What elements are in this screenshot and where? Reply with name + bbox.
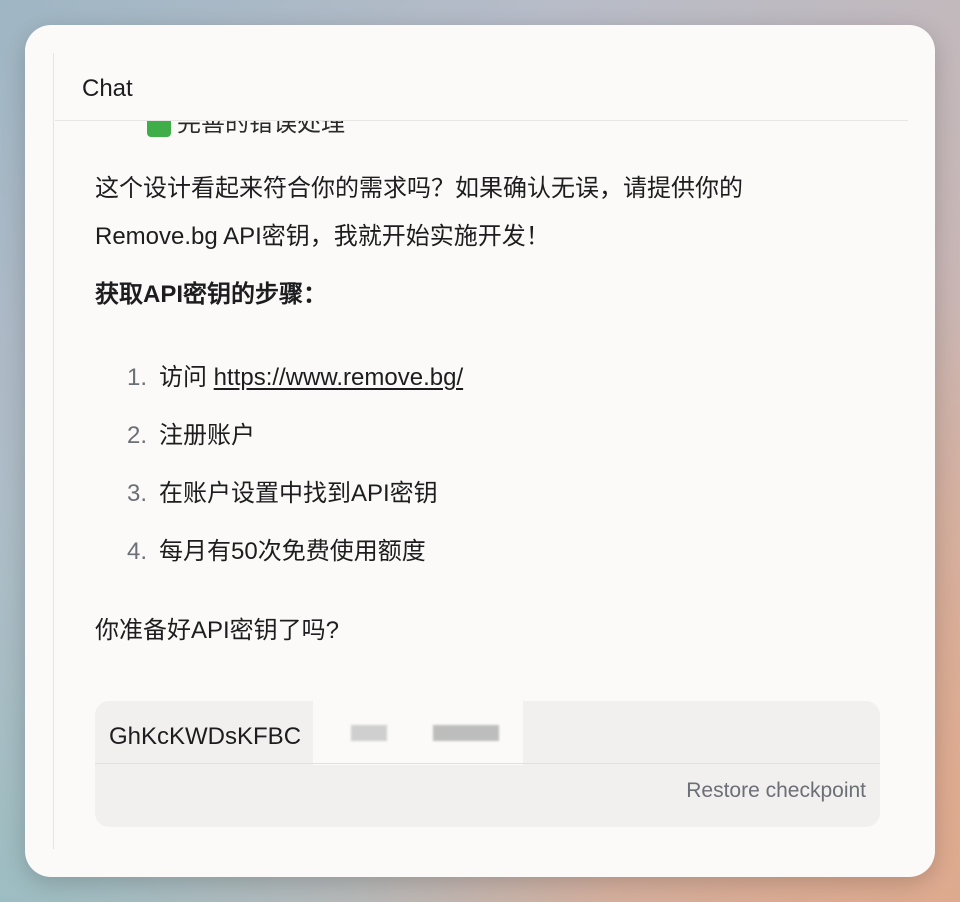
redaction-blur	[351, 725, 387, 741]
step-text: 在账户设置中找到API密钥	[159, 480, 438, 507]
step-number: 4.	[126, 538, 147, 565]
remove-bg-link[interactable]: https://www.remove.bg/	[214, 364, 463, 391]
list-item: 2. 注册账户	[95, 407, 875, 465]
assistant-message: 这个设计看起来符合你的需求吗？如果确认无误，请提供你的 Remove.bg AP…	[95, 165, 875, 655]
panel-title: Chat	[82, 75, 133, 102]
user-message-text: GhKcKWDsKFBC	[109, 723, 302, 750]
redaction-blur	[433, 725, 499, 741]
list-item: 3. 在账户设置中找到API密钥	[95, 465, 875, 523]
paragraph-line-2: Remove.bg API密钥，我就开始实施开发！	[95, 223, 550, 250]
step-number: 1.	[126, 364, 147, 391]
step-number: 3.	[126, 480, 147, 507]
user-message-card[interactable]: GhKcKWDsKFBC Restore checkpoint	[95, 701, 880, 827]
chat-panel: 完善的错误处理 Chat 这个设计看起来符合你的需求吗？如果确认无误，请提供你的…	[25, 25, 935, 877]
redacted-region	[313, 701, 523, 765]
chat-header: Chat	[55, 25, 908, 121]
step-text: 注册账户	[159, 422, 255, 449]
steps-heading: 获取API密钥的步骤：	[95, 281, 328, 308]
list-item: 1. 访问 https://www.remove.bg/	[95, 349, 875, 407]
steps-list: 1. 访问 https://www.remove.bg/ 2. 注册账户 3. …	[95, 349, 875, 581]
card-divider	[95, 763, 880, 764]
restore-checkpoint-button[interactable]: Restore checkpoint	[686, 779, 866, 803]
step-number: 2.	[126, 422, 147, 449]
step-text: 每月有50次免费使用额度	[159, 538, 426, 565]
step-text: 访问 https://www.remove.bg/	[159, 349, 463, 407]
step-prefix: 访问	[159, 364, 214, 391]
list-item: 4. 每月有50次免费使用额度	[95, 523, 875, 581]
message-paragraph: 这个设计看起来符合你的需求吗？如果确认无误，请提供你的 Remove.bg AP…	[95, 165, 875, 261]
closing-question: 你准备好API密钥了吗?	[95, 617, 340, 644]
paragraph-line-1: 这个设计看起来符合你的需求吗？如果确认无误，请提供你的	[95, 175, 743, 202]
panel-left-border	[53, 53, 54, 849]
